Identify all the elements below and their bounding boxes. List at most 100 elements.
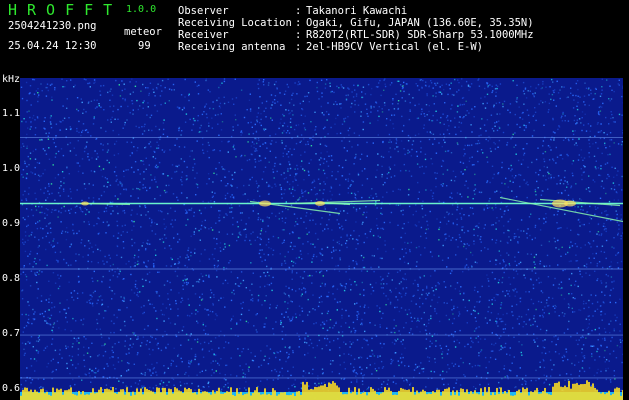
location-label: Receiving Location <box>178 17 292 29</box>
noise-dot <box>87 254 89 256</box>
noise-dot <box>289 148 291 150</box>
noise-dot <box>576 80 579 82</box>
noise-dot <box>412 283 415 285</box>
noise-dot <box>546 375 548 377</box>
noise-dot <box>421 293 423 296</box>
noise-dot <box>137 295 139 298</box>
noise-dot <box>124 88 126 90</box>
noise-dot <box>590 125 592 127</box>
noise-dot <box>491 343 493 345</box>
noise-dot <box>245 287 247 289</box>
noise-dot <box>311 275 313 277</box>
noise-dot <box>161 237 163 240</box>
noise-dot <box>90 261 93 263</box>
noise-dot <box>227 382 229 384</box>
noise-dot <box>33 79 36 81</box>
noise-dot <box>219 219 221 222</box>
noise-dot <box>490 350 493 352</box>
noise-dot <box>425 338 428 340</box>
noise-dot <box>604 337 606 339</box>
noise-dot <box>326 119 328 121</box>
noise-dot <box>205 78 207 80</box>
noise-dot <box>326 270 328 272</box>
noise-dot <box>381 108 383 110</box>
noise-dot <box>80 210 82 212</box>
noise-dot <box>415 246 418 249</box>
noise-dot <box>185 224 187 226</box>
noise-dot <box>508 290 510 292</box>
noise-dot <box>458 121 460 123</box>
noise-dot <box>96 322 99 325</box>
noise-dot <box>497 325 499 327</box>
noise-dot <box>508 230 510 232</box>
noise-dot <box>581 111 584 113</box>
noise-dot <box>580 122 582 124</box>
noise-dot <box>497 281 500 284</box>
noise-dot <box>294 262 297 265</box>
noise-dot <box>113 314 115 316</box>
noise-dot <box>282 326 284 328</box>
noise-dot <box>64 231 67 233</box>
noise-dot <box>123 320 126 323</box>
noise-dot <box>218 86 220 89</box>
noise-dot <box>213 201 216 203</box>
noise-dot <box>315 153 317 155</box>
noise-dot <box>231 291 233 294</box>
noise-dot <box>27 318 30 321</box>
noise-dot <box>293 213 296 215</box>
noise-dot <box>330 360 332 362</box>
noise-dot <box>198 278 201 281</box>
noise-dot <box>185 113 188 115</box>
noise-dot <box>81 131 83 133</box>
noise-dot <box>185 371 187 374</box>
noise-dot <box>438 226 441 229</box>
noise-dot <box>556 80 558 83</box>
noise-dot <box>408 93 410 96</box>
noise-dot <box>250 233 252 235</box>
noise-dot <box>357 104 360 106</box>
noise-dot <box>315 322 317 324</box>
noise-dot <box>370 293 372 295</box>
noise-dot <box>503 365 506 367</box>
noise-dot <box>362 390 365 393</box>
noise-dot <box>82 129 84 132</box>
noise-dot <box>341 123 344 125</box>
noise-dot <box>23 145 25 147</box>
noise-dot <box>421 368 423 370</box>
noise-dot <box>381 213 383 215</box>
noise-dot <box>212 360 214 362</box>
noise-dot <box>523 154 525 156</box>
noise-dot <box>516 273 519 275</box>
noise-dot <box>277 237 280 239</box>
noise-dot <box>331 194 333 196</box>
noise-dot <box>605 257 607 260</box>
noise-dot <box>476 262 478 264</box>
noise-dot <box>291 110 293 112</box>
noise-dot <box>350 343 353 345</box>
noise-dot <box>366 155 368 157</box>
noise-dot <box>471 108 473 110</box>
noise-dot <box>23 354 26 356</box>
noise-dot <box>346 246 348 249</box>
noise-dot <box>561 356 564 359</box>
noise-dot <box>144 147 146 149</box>
noise-dot <box>430 189 432 192</box>
noise-dot <box>322 230 324 232</box>
noise-dot <box>424 232 427 234</box>
noise-dot <box>20 146 22 149</box>
noise-dot <box>591 329 593 332</box>
noise-dot <box>74 212 77 214</box>
noise-dot <box>471 156 473 158</box>
noise-dot <box>273 352 276 355</box>
noise-dot <box>101 336 103 339</box>
noise-dot <box>240 89 243 91</box>
noise-dot <box>205 79 207 82</box>
noise-dot <box>197 119 199 122</box>
noise-dot <box>209 310 211 312</box>
noise-dot <box>407 134 410 137</box>
noise-dot <box>443 383 445 386</box>
noise-dot <box>53 245 55 247</box>
noise-dot <box>186 254 188 256</box>
noise-dot <box>480 349 483 351</box>
noise-dot <box>217 113 219 116</box>
